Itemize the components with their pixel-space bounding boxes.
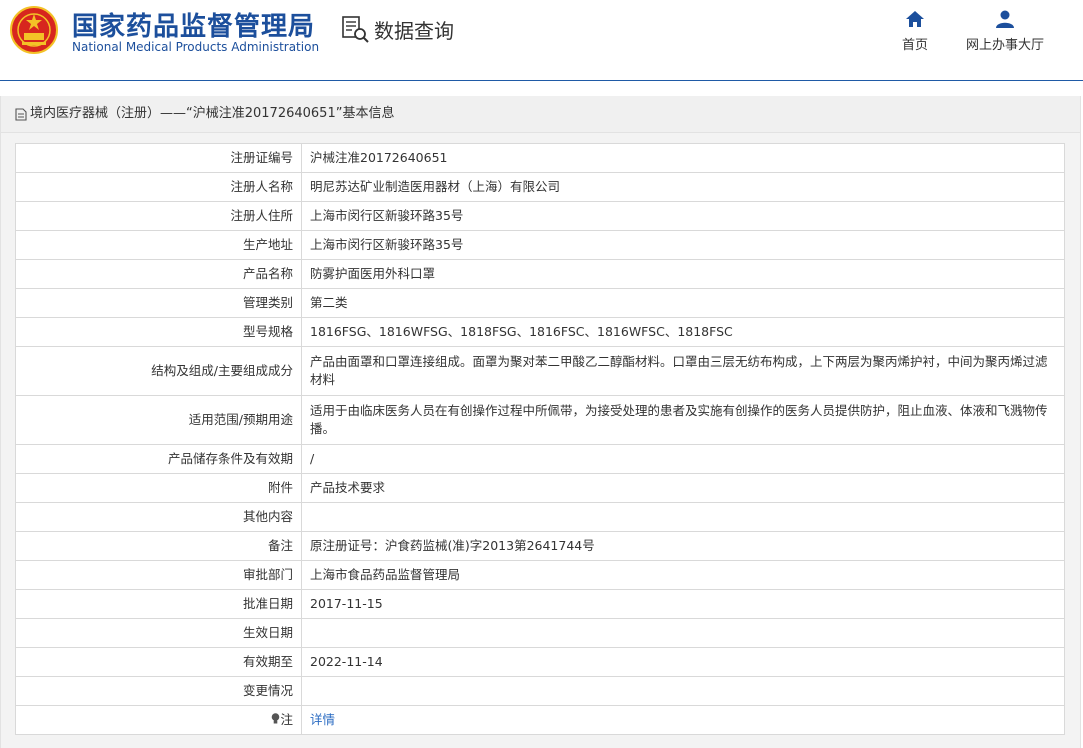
field-label: 审批部门	[15, 560, 302, 590]
table-row: 管理类别 第二类	[15, 288, 1065, 318]
field-value: 2017-11-15	[301, 589, 1065, 619]
table-row: 注 详情	[15, 705, 1065, 735]
table-row: 产品名称 防雾护面医用外科口罩	[15, 259, 1065, 289]
field-label: 注	[280, 712, 293, 727]
field-value: 沪械注准20172640651	[301, 143, 1065, 173]
field-value: 上海市闵行区新骏环路35号	[301, 230, 1065, 260]
nav-home-label: 首页	[901, 38, 928, 53]
table-row: 生效日期	[15, 618, 1065, 648]
nav-home[interactable]: 首页	[900, 10, 930, 53]
field-label: 型号规格	[15, 317, 302, 347]
table-row: 注册人住所 上海市闵行区新骏环路35号	[15, 201, 1065, 231]
nav-online-service-hall-label: 网上办事大厅	[965, 38, 1044, 53]
nav-online-service-hall[interactable]: 网上办事大厅	[965, 10, 1045, 53]
field-value-cell: 详情	[301, 705, 1065, 735]
note-label-cell: 注	[15, 705, 302, 735]
field-value: 适用于由临床医务人员在有创操作过程中所佩带，为接受处理的患者及实施有创操作的医务…	[301, 395, 1065, 445]
table-row: 备注 原注册证号：沪食药监械(准)字2013第2641744号	[15, 531, 1065, 561]
field-label: 其他内容	[15, 502, 302, 532]
field-label: 产品储存条件及有效期	[15, 444, 302, 474]
table-row: 有效期至 2022-11-14	[15, 647, 1065, 677]
field-label: 注册人住所	[15, 201, 302, 231]
field-label: 备注	[15, 531, 302, 561]
detail-table-wrap: 注册证编号 沪械注准20172640651 注册人名称 明尼苏达矿业制造医用器材…	[15, 143, 1065, 735]
field-label: 附件	[15, 473, 302, 503]
field-label: 变更情况	[15, 676, 302, 706]
field-label: 注册人名称	[15, 172, 302, 202]
document-icon	[15, 107, 27, 121]
section-title: 境内医疗器械（注册）——“沪械注准20172640651”基本信息	[30, 106, 395, 121]
field-value: 上海市闵行区新骏环路35号	[301, 201, 1065, 231]
table-row: 生产地址 上海市闵行区新骏环路35号	[15, 230, 1065, 260]
table-row: 审批部门 上海市食品药品监督管理局	[15, 560, 1065, 590]
details-link[interactable]: 详情	[310, 712, 335, 727]
detail-table: 注册证编号 沪械注准20172640651 注册人名称 明尼苏达矿业制造医用器材…	[15, 143, 1065, 735]
field-label: 注册证编号	[15, 143, 302, 173]
field-value	[301, 618, 1065, 648]
detail-section: 境内医疗器械（注册）——“沪械注准20172640651”基本信息 注册证编号 …	[0, 96, 1081, 748]
field-value: 原注册证号：沪食药监械(准)字2013第2641744号	[301, 531, 1065, 561]
field-label: 生效日期	[15, 618, 302, 648]
table-row: 适用范围/预期用途 适用于由临床医务人员在有创操作过程中所佩带，为接受处理的患者…	[15, 395, 1065, 445]
field-value: /	[301, 444, 1065, 474]
data-query-heading: 数据查询	[340, 14, 454, 44]
table-row: 变更情况	[15, 676, 1065, 706]
field-label: 批准日期	[15, 589, 302, 619]
field-value	[301, 502, 1065, 532]
table-row: 产品储存条件及有效期 /	[15, 444, 1065, 474]
table-row: 注册证编号 沪械注准20172640651	[15, 143, 1065, 173]
table-row: 注册人名称 明尼苏达矿业制造医用器材（上海）有限公司	[15, 172, 1065, 202]
table-row: 其他内容	[15, 502, 1065, 532]
field-label: 有效期至	[15, 647, 302, 677]
field-value: 产品技术要求	[301, 473, 1065, 503]
table-row: 型号规格 1816FSG、1816WFSG、1818FSG、1816FSC、18…	[15, 317, 1065, 347]
field-value: 1816FSG、1816WFSG、1818FSG、1816FSC、1816WFS…	[301, 317, 1065, 347]
field-value: 2022-11-14	[301, 647, 1065, 677]
user-icon	[996, 10, 1014, 28]
home-icon	[906, 11, 924, 27]
field-label: 生产地址	[15, 230, 302, 260]
brand-subtitle: National Medical Products Administration	[72, 40, 320, 54]
site-header: 国家药品监督管理局 National Medical Products Admi…	[0, 0, 1083, 81]
field-value: 明尼苏达矿业制造医用器材（上海）有限公司	[301, 172, 1065, 202]
field-value: 第二类	[301, 288, 1065, 318]
table-row: 批准日期 2017-11-15	[15, 589, 1065, 619]
field-value: 产品由面罩和口罩连接组成。面罩为聚对苯二甲酸乙二醇酯材料。口罩由三层无纺布构成，…	[301, 346, 1065, 396]
section-header: 境内医疗器械（注册）——“沪械注准20172640651”基本信息	[1, 96, 1080, 133]
field-label: 产品名称	[15, 259, 302, 289]
field-value	[301, 676, 1065, 706]
brand-title[interactable]: 国家药品监督管理局	[72, 6, 315, 43]
field-label: 管理类别	[15, 288, 302, 318]
field-label: 适用范围/预期用途	[15, 395, 302, 445]
data-query-label: 数据查询	[374, 18, 454, 43]
table-row: 结构及组成/主要组成成分 产品由面罩和口罩连接组成。面罩为聚对苯二甲酸乙二醇酯材…	[15, 346, 1065, 396]
field-value: 防雾护面医用外科口罩	[301, 259, 1065, 289]
field-label: 结构及组成/主要组成成分	[15, 346, 302, 396]
data-query-icon	[342, 16, 369, 43]
table-row: 附件 产品技术要求	[15, 473, 1065, 503]
national-emblem-icon	[10, 6, 58, 54]
field-value: 上海市食品药品监督管理局	[301, 560, 1065, 590]
